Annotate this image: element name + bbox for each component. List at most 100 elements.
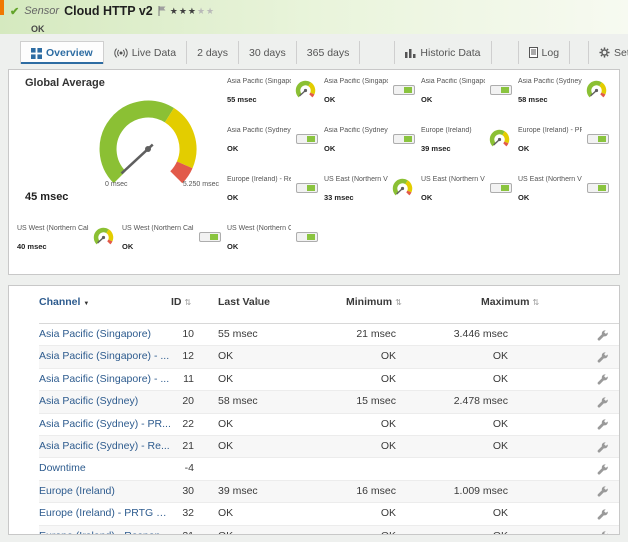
status-check-icon: ✔: [10, 5, 19, 18]
channel-settings-wrench-icon[interactable]: [586, 485, 619, 497]
cell-channel[interactable]: Asia Pacific (Singapore) - ...: [39, 369, 171, 390]
tab-historic-data[interactable]: Historic Data: [394, 41, 491, 64]
cell-min: 21 msec: [326, 324, 451, 345]
mini-gauge-cell[interactable]: US West (Northern California)40 msec: [15, 222, 120, 271]
priority-flag-icon[interactable]: [158, 6, 166, 16]
col-maximum[interactable]: Maximum⇅: [451, 296, 586, 308]
cell-min: OK: [326, 346, 451, 367]
table-row[interactable]: Asia Pacific (Sydney)2058 msec15 msec2.4…: [39, 391, 619, 413]
tab-log[interactable]: Log: [518, 41, 571, 64]
channel-settings-wrench-icon[interactable]: [586, 508, 619, 520]
col-channel[interactable]: Channel▼: [39, 296, 171, 308]
cell-max: OK: [451, 369, 586, 390]
tab-label: Settings: [614, 47, 628, 59]
table-row[interactable]: Asia Pacific (Singapore)1055 msec21 msec…: [39, 324, 619, 346]
mini-gauge-cell[interactable]: Europe (Ireland)39 msec: [419, 124, 516, 173]
tab-label: 30 days: [249, 47, 286, 59]
cell-channel[interactable]: Asia Pacific (Singapore): [39, 324, 171, 345]
mini-gauge-cell[interactable]: Asia Pacific (Singapore) - PR...OK: [322, 75, 419, 124]
cell-max: OK: [451, 346, 586, 367]
channel-settings-wrench-icon[interactable]: [586, 441, 619, 453]
cell-max: 1.009 msec: [451, 481, 586, 502]
mini-gauge-title: US West (Northern California)...: [122, 225, 194, 232]
cell-channel[interactable]: Downtime: [39, 458, 171, 479]
mini-gauge-cell[interactable]: Europe (Ireland) - PRTG Cloud...OK: [516, 124, 613, 173]
mini-gauge-title: US West (Northern California): [17, 225, 89, 232]
table-row[interactable]: Asia Pacific (Singapore) - ...11OKOKOK: [39, 369, 619, 391]
cell-last: 55 msec: [206, 324, 326, 345]
overview-icon: [31, 48, 42, 59]
tab-live-data[interactable]: Live Data: [104, 41, 187, 64]
table-row[interactable]: Europe (Ireland) - Respon...31OKOKOK: [39, 526, 619, 535]
stars-empty: ★★: [197, 6, 215, 16]
cell-min: OK: [326, 436, 451, 457]
priority-stars[interactable]: ★★★★★: [170, 6, 215, 17]
cell-min: 15 msec: [326, 391, 451, 412]
channel-table-panel: Channel▼ ID⇅ Last Value⇅ Minimum⇅ Maximu…: [8, 285, 620, 535]
global-average-title: Global Average: [25, 77, 225, 90]
mini-gauge-cell[interactable]: US East (Northern Virginia) - ...OK: [419, 173, 516, 222]
col-last-value[interactable]: Last Value⇅: [206, 296, 326, 309]
col-id[interactable]: ID⇅: [171, 296, 206, 308]
channel-settings-wrench-icon[interactable]: [586, 373, 619, 385]
channel-settings-wrench-icon[interactable]: [586, 396, 619, 408]
mini-gauge-cell[interactable]: Asia Pacific (Singapore) 55 msec: [225, 75, 322, 124]
mini-gauge-title: Asia Pacific (Singapore): [227, 78, 291, 85]
historic-data-icon: [405, 48, 416, 58]
ok-indicator: [388, 78, 417, 124]
global-average-gauge: Global Average 0 msec 5.250 msec 45 msec: [15, 75, 225, 222]
tab-overview[interactable]: Overview: [20, 41, 104, 64]
cell-channel[interactable]: Europe (Ireland) - PRTG Cl...: [39, 503, 171, 524]
mini-gauge-cell[interactable]: US East (Northern Virginia)33 msec: [322, 173, 419, 222]
mini-gauge-value: 55 msec: [227, 95, 291, 104]
tab-365-days[interactable]: 365 days: [297, 41, 361, 64]
cell-channel[interactable]: Europe (Ireland) - Respon...: [39, 526, 171, 535]
mini-gauge-title: Asia Pacific (Sydney) - Respo...: [324, 127, 388, 134]
channel-settings-wrench-icon[interactable]: [586, 418, 619, 430]
col-minimum[interactable]: Minimum⇅: [326, 296, 451, 308]
mini-gauge-title: US West (Northern California)...: [227, 225, 291, 232]
mini-gauge-title: US East (Northern Virginia) - ...: [421, 176, 485, 183]
sensor-title: Cloud HTTP v2: [64, 4, 153, 18]
mini-gauge-cell[interactable]: Asia Pacific (Sydney) - Respo...OK: [322, 124, 419, 173]
cell-channel[interactable]: Asia Pacific (Sydney): [39, 391, 171, 412]
channel-settings-wrench-icon[interactable]: [586, 530, 619, 535]
mini-gauge-value: OK: [227, 193, 291, 202]
cell-channel[interactable]: Asia Pacific (Singapore) - ...: [39, 346, 171, 367]
mini-gauge-cell[interactable]: Asia Pacific (Singapore) - Res...OK: [419, 75, 516, 124]
mini-gauge-cell[interactable]: Europe (Ireland) - Response C...OK: [225, 173, 322, 222]
gauges-panel: Global Average 0 msec 5.250 msec 45 msec…: [8, 69, 620, 275]
log-icon: [529, 47, 538, 58]
table-row[interactable]: Europe (Ireland) - PRTG Cl...32OKOKOK: [39, 503, 619, 525]
tab-2-days[interactable]: 2 days: [187, 41, 239, 64]
channel-settings-wrench-icon[interactable]: [586, 329, 619, 341]
cell-last: OK: [206, 526, 326, 535]
cell-channel[interactable]: Asia Pacific (Sydney) - PR...: [39, 414, 171, 435]
table-header: Channel▼ ID⇅ Last Value⇅ Minimum⇅ Maximu…: [39, 288, 619, 324]
stars-filled: ★★★: [170, 6, 197, 16]
channel-settings-wrench-icon[interactable]: [586, 351, 619, 363]
mini-gauge-cell[interactable]: US East (Northern Virginia) - ...OK: [516, 173, 613, 222]
table-row[interactable]: Asia Pacific (Sydney) - Re...21OKOKOK: [39, 436, 619, 458]
table-row[interactable]: Downtime-4: [39, 458, 619, 480]
cell-id: 32: [171, 503, 206, 524]
cell-channel[interactable]: Europe (Ireland): [39, 481, 171, 502]
channel-settings-wrench-icon[interactable]: [586, 463, 619, 475]
table-row[interactable]: Asia Pacific (Sydney) - PR...22OKOKOK: [39, 414, 619, 436]
mini-gauge-cell[interactable]: Asia Pacific (Sydney)58 msec: [516, 75, 613, 124]
mini-gauge-value: OK: [518, 144, 582, 153]
mini-gauge-cell[interactable]: US West (Northern California)...OK: [225, 222, 322, 271]
gear-icon: [599, 47, 610, 58]
mini-gauge-cell[interactable]: Asia Pacific (Sydney) - PRTG ...OK: [225, 124, 322, 173]
mini-gauge-dial: [89, 225, 118, 271]
table-row[interactable]: Asia Pacific (Singapore) - ...12OKOKOK: [39, 346, 619, 368]
mini-gauge-cell[interactable]: US West (Northern California)...OK: [120, 222, 225, 271]
tab-30-days[interactable]: 30 days: [239, 41, 297, 64]
sort-desc-icon: ▼: [83, 301, 89, 307]
tab-settings[interactable]: Settings: [588, 41, 628, 64]
cell-channel[interactable]: Asia Pacific (Sydney) - Re...: [39, 436, 171, 457]
table-row[interactable]: Europe (Ireland)3039 msec16 msec1.009 ms…: [39, 481, 619, 503]
live-data-icon: [114, 48, 128, 58]
ok-indicator: [582, 176, 611, 222]
mini-gauge-value: OK: [518, 193, 582, 202]
